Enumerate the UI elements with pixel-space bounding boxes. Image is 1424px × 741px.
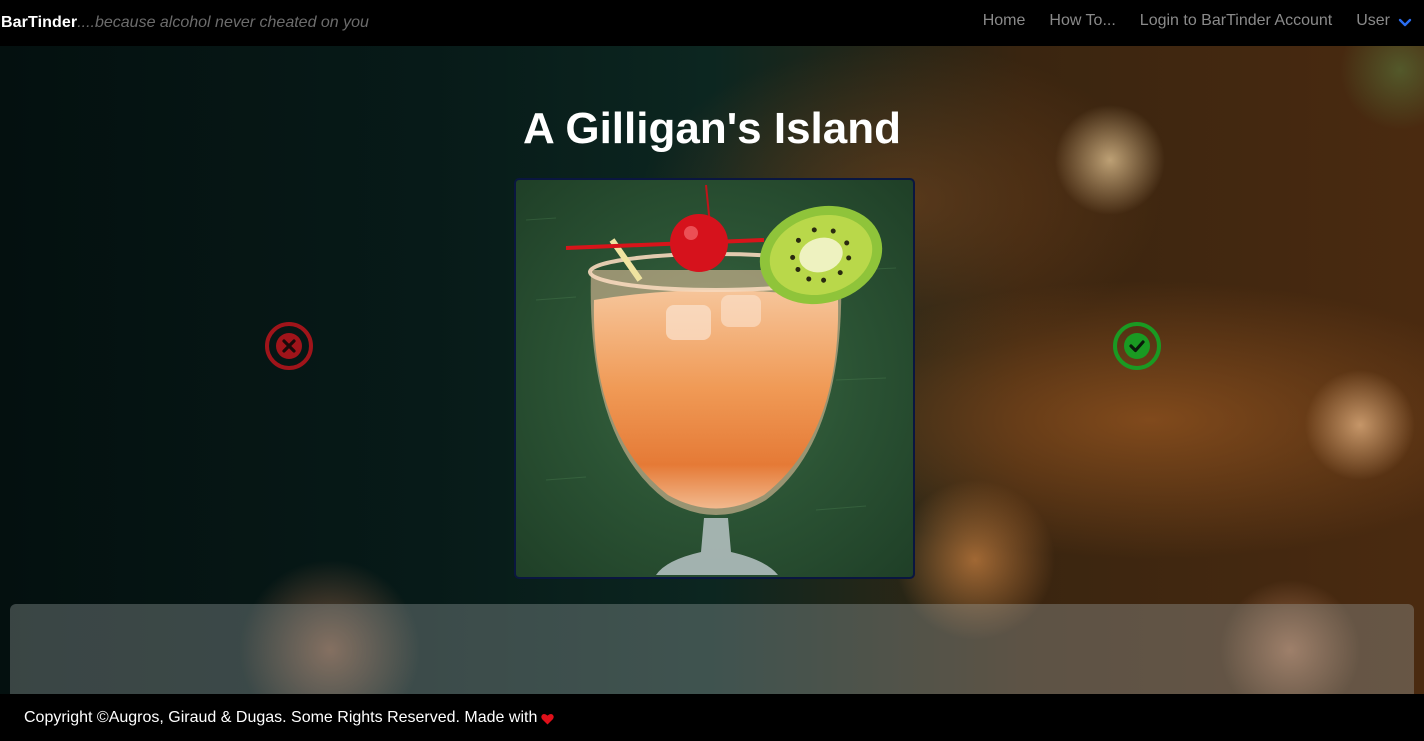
navbar: BarTinder ....because alcohol never chea… bbox=[0, 0, 1424, 46]
cocktail-illustration bbox=[525, 184, 897, 575]
nav-user-label: User bbox=[1356, 12, 1390, 29]
reject-button[interactable] bbox=[264, 321, 314, 371]
x-circle-icon bbox=[265, 322, 313, 370]
accept-button[interactable] bbox=[1112, 321, 1162, 371]
nav-home-link[interactable]: Home bbox=[983, 12, 1026, 30]
chevron-down-icon bbox=[1398, 18, 1412, 26]
drink-photo bbox=[514, 178, 915, 579]
tagline: ....because alcohol never cheated on you bbox=[77, 14, 369, 31]
brand-logo[interactable]: BarTinder bbox=[1, 14, 77, 32]
footer: Copyright ©Augros, Giraud & Dugas. Some … bbox=[0, 694, 1424, 741]
nav-links: Home How To... Login to BarTinder Accoun… bbox=[983, 0, 1424, 42]
copyright-text: Copyright ©Augros, Giraud & Dugas. Some … bbox=[24, 708, 538, 726]
heart-icon bbox=[541, 714, 555, 725]
nav-howto-link[interactable]: How To... bbox=[1049, 12, 1115, 30]
nav-login-link[interactable]: Login to BarTinder Account bbox=[1140, 12, 1332, 30]
user-dropdown[interactable]: User bbox=[1356, 12, 1412, 30]
drink-title: A Gilligan's Island bbox=[522, 104, 902, 153]
check-circle-icon bbox=[1113, 322, 1161, 370]
